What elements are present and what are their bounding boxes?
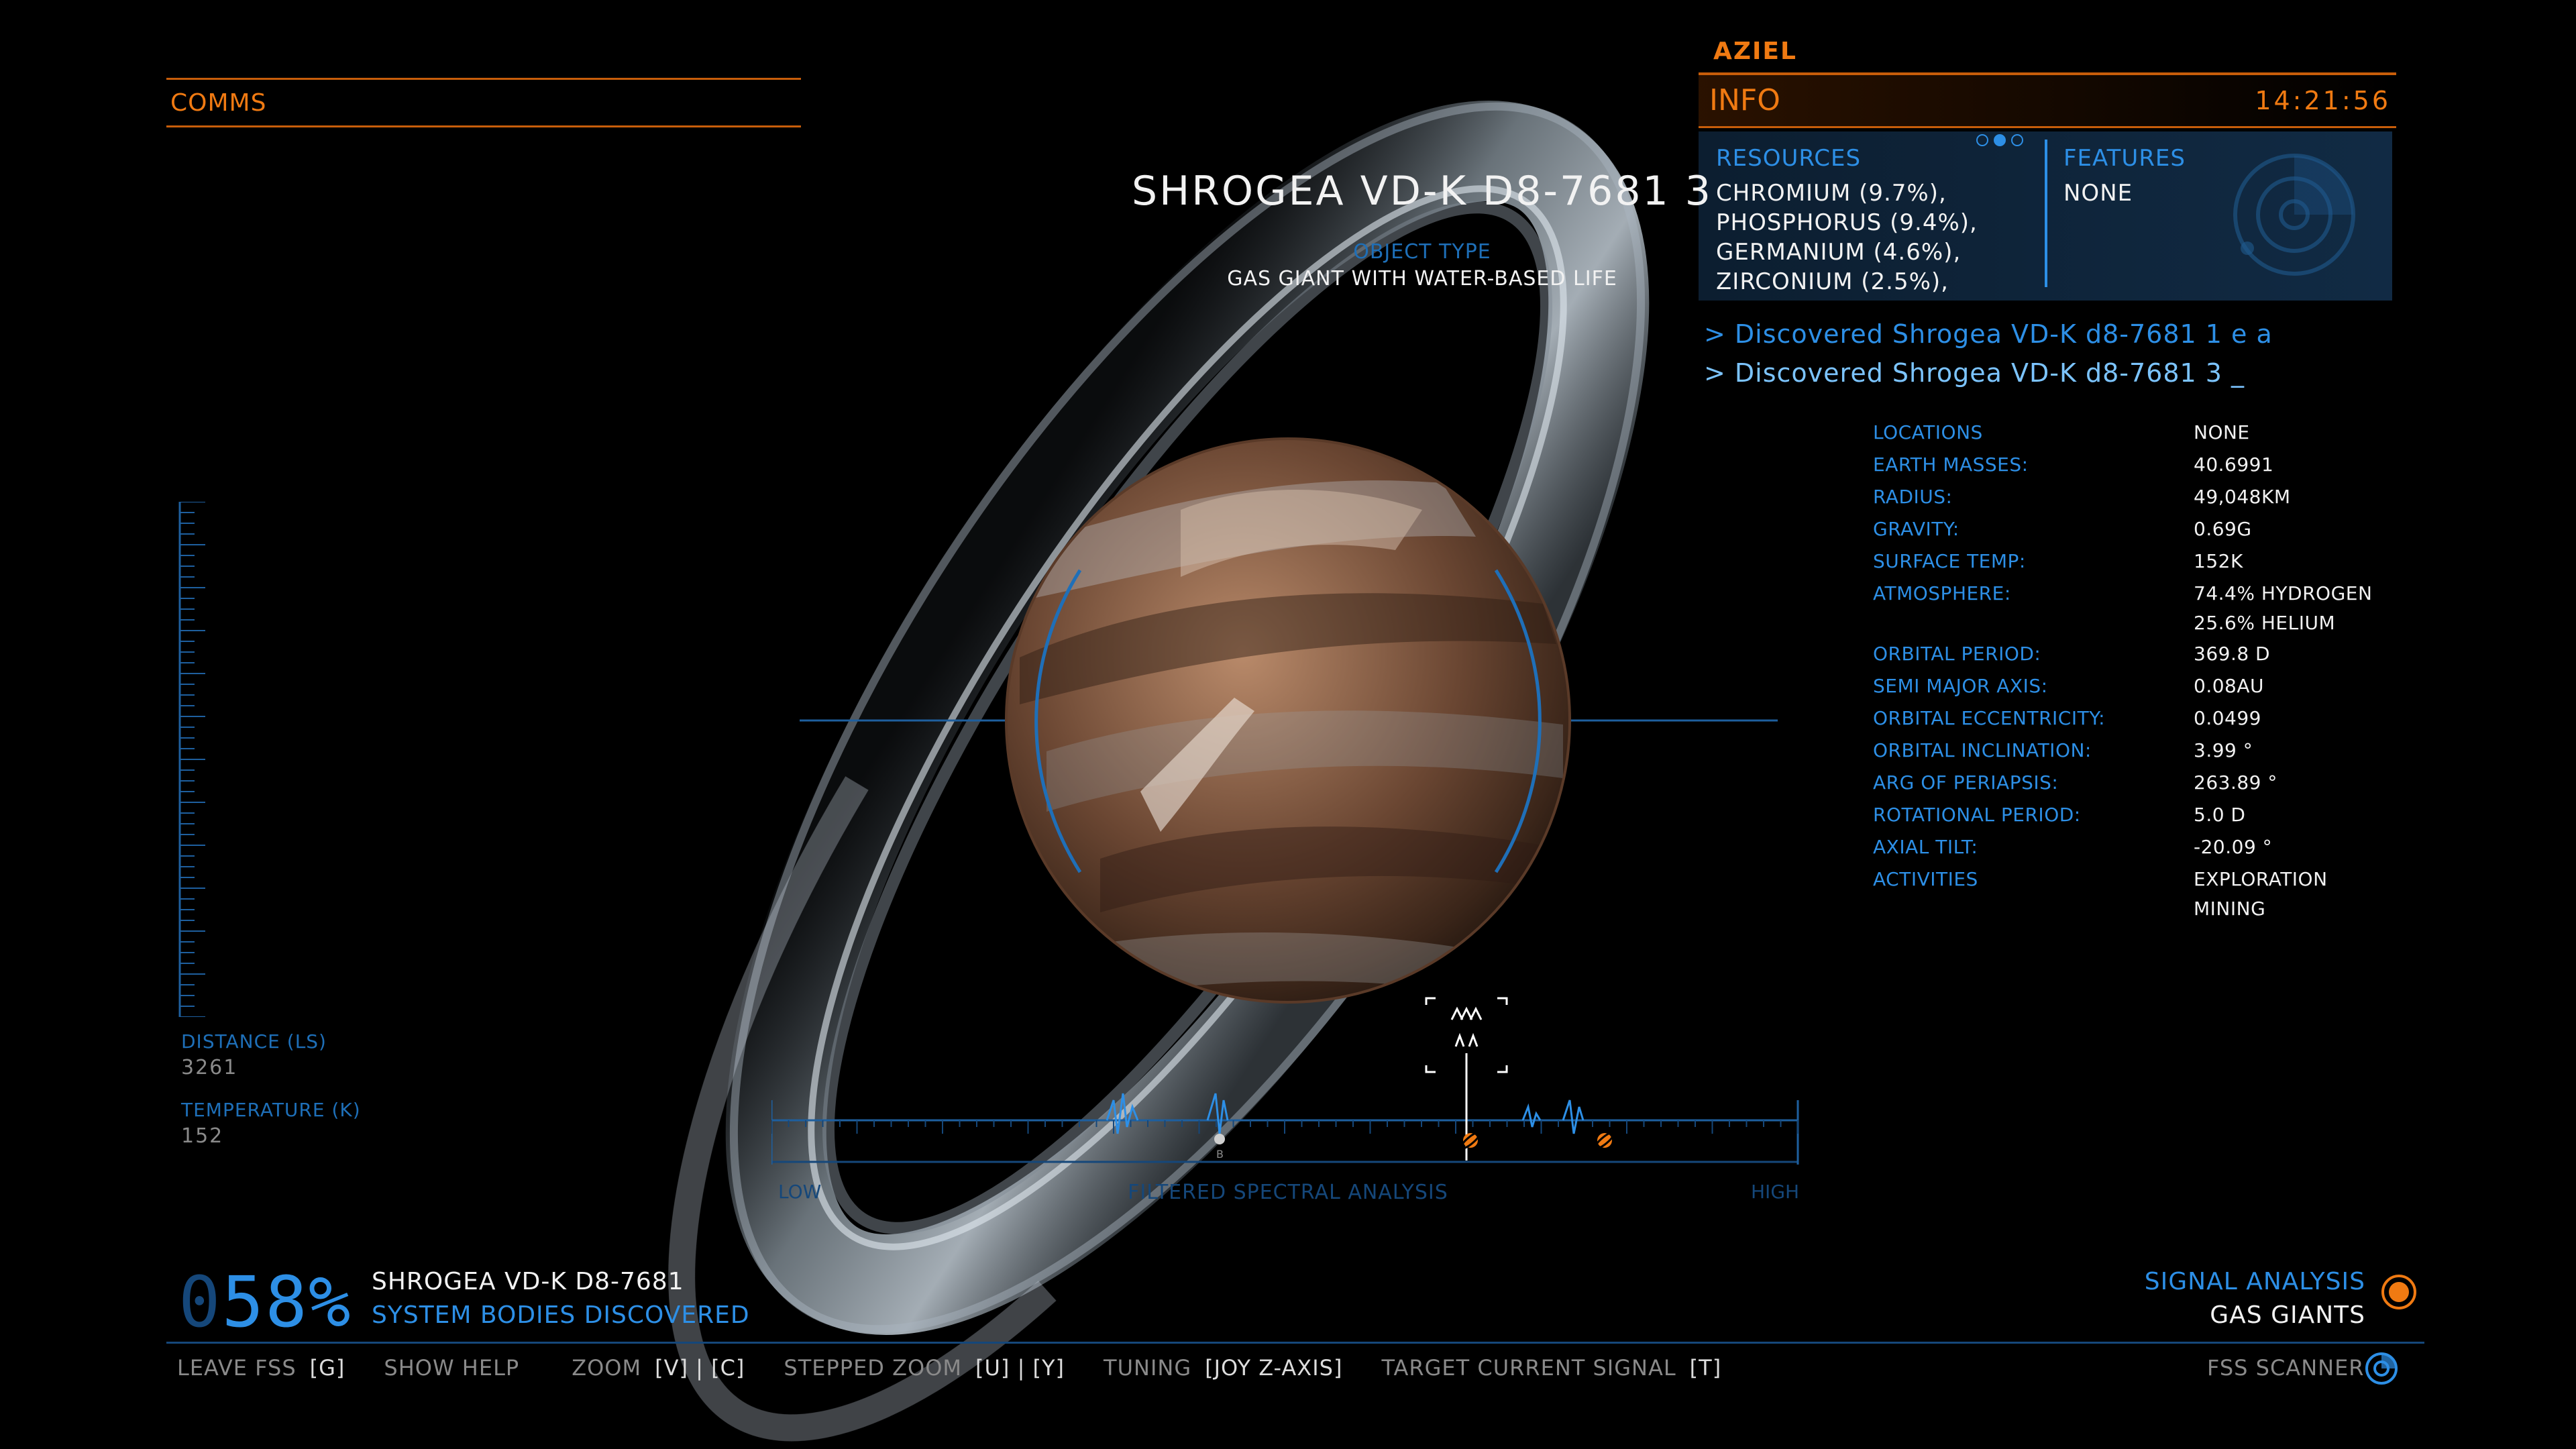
stat-label: RADIUS:	[1873, 486, 1953, 508]
spectrum-low-label: LOW	[778, 1181, 822, 1203]
panel-divider	[2045, 140, 2047, 287]
object-type-value: GAS GIANT WITH WATER-BASED LIFE	[1227, 267, 1617, 290]
signal-spike	[1521, 1103, 1542, 1128]
stat-label: ACTIVITIES	[1873, 868, 1978, 890]
control-hint-label: TARGET CURRENT SIGNAL	[1381, 1355, 1676, 1381]
info-header[interactable]: INFO 14:21:56	[1699, 72, 2396, 128]
signal-spike	[1206, 1093, 1229, 1134]
footer-divider	[166, 1342, 2424, 1344]
object-type-label: OBJECT TYPE	[1353, 240, 1491, 264]
distance-label: DISTANCE (LS)	[181, 1030, 327, 1053]
system-name: SHROGEA VD-K D8-7681	[372, 1268, 684, 1295]
control-hint-label: TUNING	[1104, 1355, 1192, 1381]
stat-value: 25.6% HELIUM	[2194, 612, 2336, 634]
page-dot[interactable]	[2011, 134, 2023, 146]
page-dot[interactable]	[1994, 134, 2006, 146]
percent-leading-zero: 0	[178, 1261, 222, 1343]
spectral-analysis-bar[interactable]: B	[771, 993, 1805, 1208]
discovery-log-entry: > Discovered Shrogea VD-K d8-7681 3 _	[1704, 358, 2245, 388]
comms-panel[interactable]: COMMS	[166, 78, 801, 127]
signal-status-icon	[2381, 1275, 2416, 1309]
control-hint-key[interactable]: [G]	[310, 1355, 345, 1381]
scanner-radar-icon	[2233, 154, 2355, 276]
stat-value: 3.99 °	[2194, 739, 2253, 761]
stat-value: 263.89 °	[2194, 771, 2277, 794]
signal-spike	[1562, 1099, 1585, 1134]
stat-value: 5.0 D	[2194, 804, 2246, 826]
discovery-log-entry: > Discovered Shrogea VD-K d8-7681 1 e a	[1704, 319, 2273, 349]
stat-label: ORBITAL ECCENTRICITY:	[1873, 707, 2106, 729]
control-hint-key[interactable]: [JOY Z-AXIS]	[1205, 1355, 1342, 1381]
star-signal-marker[interactable]	[1214, 1134, 1225, 1144]
temperature-value: 152	[181, 1124, 224, 1148]
spectrum-high-label: HIGH	[1751, 1181, 1800, 1203]
percent-value: 58%	[221, 1261, 352, 1343]
info-title: INFO	[1709, 83, 1780, 117]
stat-value: 0.08AU	[2194, 675, 2264, 697]
system-discovered-caption: SYSTEM BODIES DISCOVERED	[372, 1301, 750, 1329]
stat-label: GRAVITY:	[1873, 518, 1960, 540]
body-name: SHROGEA VD-K D8-7681 3	[1132, 168, 1713, 215]
control-hint-label: ZOOM	[572, 1355, 642, 1381]
page-dot[interactable]	[1976, 134, 1988, 146]
stat-value: 369.8 D	[2194, 643, 2271, 665]
stat-label: SURFACE TEMP:	[1873, 550, 2026, 572]
discovery-percent: 058%	[178, 1261, 352, 1343]
page-dots[interactable]	[1976, 134, 2029, 149]
stat-value: 49,048KM	[2194, 486, 2291, 508]
stat-label: ORBITAL INCLINATION:	[1873, 739, 2092, 761]
fss-scanner-icon[interactable]	[2364, 1351, 2399, 1386]
stat-value: 0.0499	[2194, 707, 2261, 729]
commander-name: AZIEL	[1713, 38, 1797, 65]
stat-value: 152K	[2194, 550, 2243, 572]
gas-giant-signal-icon[interactable]	[1593, 1130, 1616, 1151]
stat-value: 40.6991	[2194, 453, 2274, 476]
control-hint-label: STEPPED ZOOM	[784, 1355, 962, 1381]
stat-label: ARG OF PERIAPSIS:	[1873, 771, 2059, 794]
signal-spike	[1106, 1093, 1139, 1134]
control-hints: LEAVE FSS [G] SHOW HELP ZOOM [V] | [C] STEPPE…	[177, 1355, 1760, 1381]
stat-label: LOCATIONS	[1873, 421, 1983, 443]
gas-giant-signal-icon[interactable]	[1459, 1130, 1482, 1151]
stat-label: EARTH MASSES:	[1873, 453, 2029, 476]
stat-value: EXPLORATION	[2194, 868, 2328, 890]
spectrum-title: FILTERED SPECTRAL ANALYSIS	[1128, 1181, 1448, 1204]
distance-value: 3261	[181, 1056, 238, 1079]
stat-label: ATMOSPHERE:	[1873, 582, 2011, 604]
signal-analysis-value: GAS GIANTS	[2210, 1301, 2365, 1329]
control-hint-label: SHOW HELP	[384, 1355, 520, 1381]
clock: 14:21:56	[2255, 86, 2391, 115]
stat-label: ORBITAL PERIOD:	[1873, 643, 2041, 665]
fss-scanner-label: FSS SCANNER	[2207, 1355, 2365, 1381]
stat-label: SEMI MAJOR AXIS:	[1873, 675, 2048, 697]
stat-label: AXIAL TILT:	[1873, 836, 1978, 858]
stat-value: -20.09 °	[2194, 836, 2273, 858]
signal-analysis-title: SIGNAL ANALYSIS	[2144, 1268, 2365, 1295]
stat-value: 74.4% HYDROGEN	[2194, 582, 2373, 604]
comms-label: COMMS	[170, 89, 267, 117]
svg-text:B: B	[1216, 1148, 1224, 1161]
control-hint-label: LEAVE FSS	[177, 1355, 297, 1381]
stat-value: 0.69G	[2194, 518, 2252, 540]
zoom-ruler[interactable]	[178, 502, 205, 1017]
control-hint-key[interactable]: [V] | [C]	[655, 1355, 745, 1381]
stat-value: MINING	[2194, 898, 2266, 920]
features-value: NONE	[2063, 180, 2133, 207]
stat-label: ROTATIONAL PERIOD:	[1873, 804, 2081, 826]
gas-giant-planet[interactable]	[1005, 437, 1571, 1006]
features-title: FEATURES	[2063, 145, 2186, 172]
stat-value: NONE	[2194, 421, 2250, 443]
temperature-label: TEMPERATURE (K)	[181, 1099, 361, 1121]
control-hint-key[interactable]: [U] | [Y]	[975, 1355, 1065, 1381]
control-hint-key[interactable]: [T]	[1690, 1355, 1722, 1381]
